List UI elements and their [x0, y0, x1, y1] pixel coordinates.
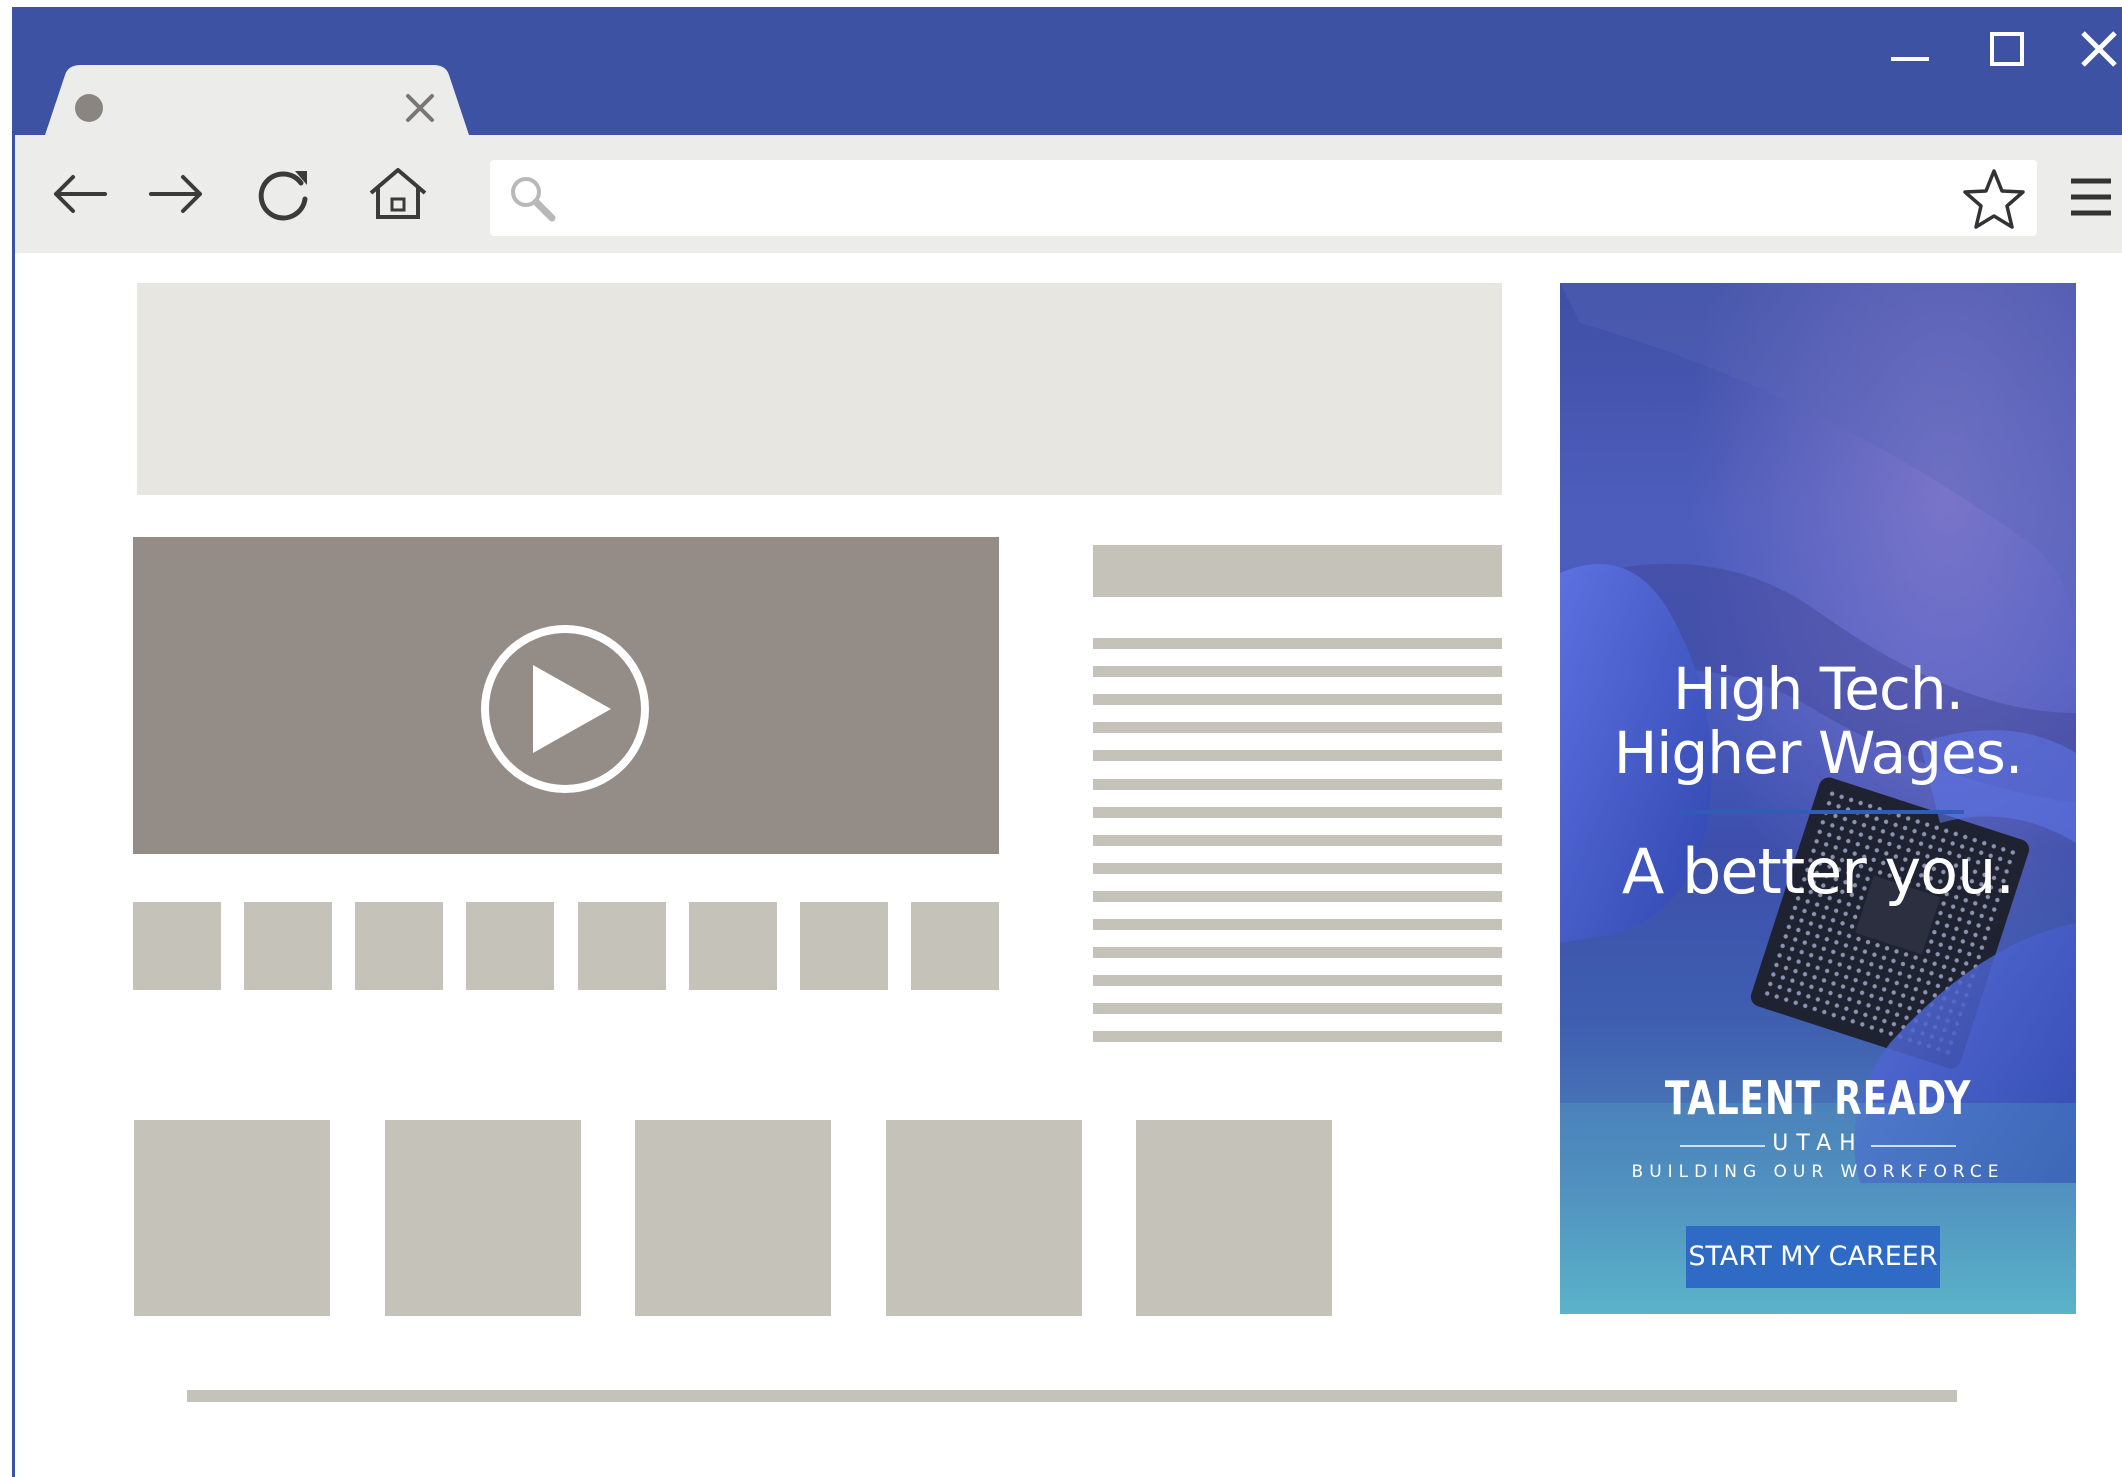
advertisement-banner[interactable]: High Tech. Higher Wages. A better you. T…	[1560, 283, 2076, 1314]
tab-close-icon[interactable]	[403, 91, 437, 125]
arrow-left-icon[interactable]	[47, 161, 113, 227]
maximize-icon[interactable]	[1983, 25, 2033, 75]
address-input[interactable]	[570, 170, 1944, 228]
browser-toolbar	[15, 135, 2122, 253]
home-icon[interactable]	[365, 161, 431, 227]
header-banner-placeholder	[137, 283, 1502, 495]
video-player[interactable]	[133, 537, 999, 854]
text-line-placeholder	[1093, 1003, 1502, 1014]
star-icon[interactable]	[1960, 166, 2028, 234]
arrow-right-icon[interactable]	[143, 161, 209, 227]
play-icon[interactable]	[478, 622, 652, 796]
close-icon[interactable]	[2075, 25, 2122, 75]
thumbnail-strip	[133, 902, 999, 990]
reload-icon[interactable]	[251, 161, 317, 227]
footer-bar-placeholder	[187, 1390, 1957, 1402]
text-line-placeholder	[1093, 807, 1502, 818]
tab-favicon	[75, 94, 103, 122]
thumbnail-placeholder[interactable]	[355, 902, 443, 990]
text-line-placeholder	[1093, 694, 1502, 705]
ad-brand-logo: TALENT READY	[1664, 1071, 1972, 1125]
ad-divider	[1680, 810, 1964, 814]
ad-tagline: BUILDING OUR WORKFORCE	[1631, 1162, 2005, 1182]
tile-placeholder[interactable]	[134, 1120, 330, 1316]
address-bar[interactable]	[490, 160, 2037, 236]
tile-grid	[134, 1120, 1344, 1316]
text-line-placeholder	[1093, 947, 1502, 958]
text-line-placeholder	[1093, 666, 1502, 677]
text-line-placeholder	[1093, 891, 1502, 902]
text-line-placeholder	[1093, 919, 1502, 930]
start-career-button[interactable]: START MY CAREER	[1686, 1226, 1940, 1288]
thumbnail-placeholder[interactable]	[800, 902, 888, 990]
ad-brand-sub: UTAH	[1772, 1131, 1864, 1156]
thumbnail-placeholder[interactable]	[689, 902, 777, 990]
ad-background-image	[1560, 283, 2076, 1314]
hamburger-menu-icon[interactable]	[2067, 173, 2115, 221]
tile-placeholder[interactable]	[635, 1120, 831, 1316]
text-line-placeholder	[1093, 638, 1502, 649]
thumbnail-placeholder[interactable]	[133, 902, 221, 990]
text-line-placeholder	[1093, 750, 1502, 761]
ad-headline-2: Higher Wages.	[1613, 719, 2024, 787]
text-line-placeholder	[1093, 863, 1502, 874]
tile-placeholder[interactable]	[385, 1120, 581, 1316]
thumbnail-placeholder[interactable]	[911, 902, 999, 990]
article-text-placeholder	[1093, 638, 1502, 1048]
ad-sub-divider-right	[1871, 1145, 1956, 1147]
thumbnail-placeholder[interactable]	[466, 902, 554, 990]
article-heading-placeholder	[1093, 545, 1502, 597]
tile-placeholder[interactable]	[1136, 1120, 1332, 1316]
title-bar	[15, 7, 2122, 141]
text-line-placeholder	[1093, 975, 1502, 986]
text-line-placeholder	[1093, 835, 1502, 846]
text-line-placeholder	[1093, 1031, 1502, 1042]
ad-headline-3: A better you.	[1621, 835, 2015, 908]
thumbnail-placeholder[interactable]	[578, 902, 666, 990]
text-line-placeholder	[1093, 722, 1502, 733]
minimize-icon[interactable]	[1885, 25, 1935, 75]
ad-headline-1: High Tech.	[1672, 655, 1964, 723]
tile-placeholder[interactable]	[886, 1120, 1082, 1316]
search-icon	[508, 174, 558, 224]
thumbnail-placeholder[interactable]	[244, 902, 332, 990]
text-line-placeholder	[1093, 779, 1502, 790]
